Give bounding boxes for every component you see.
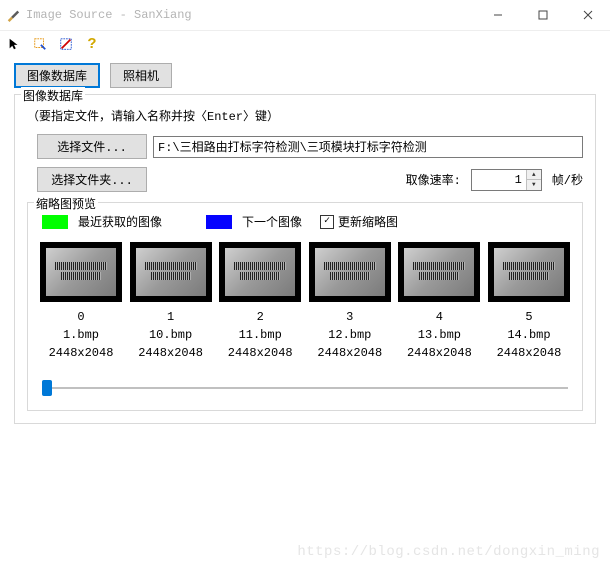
thumbnail-index: 3 bbox=[309, 310, 391, 324]
tab-camera[interactable]: 照相机 bbox=[110, 63, 172, 88]
minimize-button[interactable] bbox=[475, 0, 520, 30]
thumbnail-row: 0 1.bmp 2448x2048 1 10.bmp 2448x2048 2 11.bmp 24… bbox=[40, 242, 570, 360]
file-path-input[interactable] bbox=[153, 136, 583, 158]
update-thumbnails-checkbox[interactable]: ✓ 更新缩略图 bbox=[320, 213, 398, 230]
thumbnail-image bbox=[309, 242, 391, 302]
thumbnail-slider[interactable] bbox=[42, 380, 568, 396]
next-color-swatch bbox=[206, 215, 232, 229]
checkbox-label: 更新缩略图 bbox=[338, 213, 398, 230]
slider-track bbox=[42, 387, 568, 389]
recent-color-swatch bbox=[42, 215, 68, 229]
pointer-icon[interactable] bbox=[6, 36, 22, 52]
rate-value-input[interactable] bbox=[472, 170, 526, 190]
thumbnail-image bbox=[488, 242, 570, 302]
thumbnail-image bbox=[219, 242, 301, 302]
thumbnail-dimensions: 2448x2048 bbox=[40, 346, 122, 360]
rate-unit: 帧/秒 bbox=[552, 171, 583, 188]
thumbnail-dimensions: 2448x2048 bbox=[219, 346, 301, 360]
legend-row: 最近获取的图像 下一个图像 ✓ 更新缩略图 bbox=[38, 213, 572, 230]
tab-image-database[interactable]: 图像数据库 bbox=[14, 63, 100, 88]
thumbnail-item[interactable]: 1 10.bmp 2448x2048 bbox=[130, 242, 212, 360]
thumbnail-filename: 14.bmp bbox=[488, 328, 570, 342]
checkbox-icon: ✓ bbox=[320, 215, 334, 229]
thumbnail-item[interactable]: 5 14.bmp 2448x2048 bbox=[488, 242, 570, 360]
thumbnail-dimensions: 2448x2048 bbox=[488, 346, 570, 360]
maximize-button[interactable] bbox=[520, 0, 565, 30]
titlebar: Image Source - SanXiang bbox=[0, 0, 610, 31]
preview-legend: 缩略图预览 bbox=[34, 195, 98, 212]
rate-spinner[interactable]: ▲ ▼ bbox=[471, 169, 542, 191]
app-icon bbox=[6, 8, 20, 22]
thumbnail-item[interactable]: 0 1.bmp 2448x2048 bbox=[40, 242, 122, 360]
thumbnail-image bbox=[398, 242, 480, 302]
thumbnail-filename: 13.bmp bbox=[398, 328, 480, 342]
legend-next-label: 下一个图像 bbox=[242, 213, 302, 230]
content-area: 图像数据库 照相机 图像数据库 （要指定文件，请输入名称并按〈Enter〉键） … bbox=[0, 57, 610, 424]
choose-file-button[interactable]: 选择文件... bbox=[37, 134, 147, 159]
thumbnail-preview-fieldset: 缩略图预览 最近获取的图像 下一个图像 ✓ 更新缩略图 01.bmp2448x2… bbox=[27, 202, 583, 411]
thumbnail-index: 2 bbox=[219, 310, 301, 324]
thumbnail-index: 4 bbox=[398, 310, 480, 324]
toolbar: ? bbox=[0, 31, 610, 57]
watermark-text: https://blog.csdn.net/dongxin_ming bbox=[297, 544, 600, 560]
thumbnail-dimensions: 2448x2048 bbox=[309, 346, 391, 360]
thumbnail-index: 1 bbox=[130, 310, 212, 324]
thumbnail-filename: 12.bmp bbox=[309, 328, 391, 342]
rate-up-icon[interactable]: ▲ bbox=[527, 170, 541, 180]
thumbnail-image bbox=[40, 242, 122, 302]
thumbnail-filename: 11.bmp bbox=[219, 328, 301, 342]
slider-thumb[interactable] bbox=[42, 380, 52, 396]
thumbnail-index: 5 bbox=[488, 310, 570, 324]
image-database-fieldset: 图像数据库 （要指定文件，请输入名称并按〈Enter〉键） 选择文件... 选择… bbox=[14, 94, 596, 424]
choose-folder-button[interactable]: 选择文件夹... bbox=[37, 167, 147, 192]
thumbnail-filename: 1.bmp bbox=[40, 328, 122, 342]
rate-label: 取像速率: bbox=[406, 171, 461, 188]
thumbnail-item[interactable]: 3 12.bmp 2448x2048 bbox=[309, 242, 391, 360]
hint-text: （要指定文件，请输入名称并按〈Enter〉键） bbox=[27, 107, 583, 124]
thumbnail-item[interactable]: 2 11.bmp 2448x2048 bbox=[219, 242, 301, 360]
close-button[interactable] bbox=[565, 0, 610, 30]
thumbnail-index: 0 bbox=[40, 310, 122, 324]
window-title: Image Source - SanXiang bbox=[26, 8, 475, 22]
no-select-icon[interactable] bbox=[58, 36, 74, 52]
thumbnail-filename: 10.bmp bbox=[130, 328, 212, 342]
thumbnail-dimensions: 2448x2048 bbox=[398, 346, 480, 360]
help-icon[interactable]: ? bbox=[84, 36, 100, 52]
rate-down-icon[interactable]: ▼ bbox=[527, 179, 541, 190]
tab-row: 图像数据库 照相机 bbox=[14, 63, 596, 88]
thumbnail-item[interactable]: 4 13.bmp 2448x2048 bbox=[398, 242, 480, 360]
zoom-select-icon[interactable] bbox=[32, 36, 48, 52]
thumbnail-dimensions: 2448x2048 bbox=[130, 346, 212, 360]
thumbnail-image bbox=[130, 242, 212, 302]
fieldset-legend: 图像数据库 bbox=[21, 87, 85, 104]
legend-recent-label: 最近获取的图像 bbox=[78, 213, 162, 230]
